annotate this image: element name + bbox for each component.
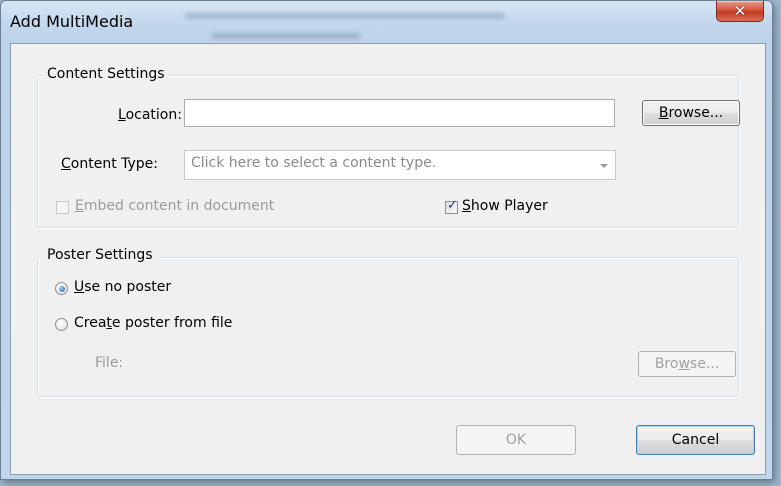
- title-bar[interactable]: Add MultiMedia ✕: [1, 1, 772, 45]
- radio-dot-icon: [58, 285, 65, 292]
- ok-button[interactable]: OK: [456, 425, 576, 455]
- dialog-body: Content Settings Location: Browse... Con…: [10, 43, 766, 475]
- poster-settings-legend: Poster Settings: [44, 247, 156, 263]
- embed-content-label: Embed content in document: [75, 198, 275, 214]
- show-player-label: Show Player: [462, 198, 548, 214]
- window-title: Add MultiMedia: [10, 12, 134, 31]
- cancel-button-label: Cancel: [671, 432, 720, 448]
- embed-content-checkbox[interactable]: [56, 201, 69, 214]
- create-poster-label: Create poster from file: [74, 315, 233, 331]
- chevron-down-icon: [600, 164, 608, 168]
- content-type-label: Content Type:: [61, 156, 159, 172]
- content-settings-legend: Content Settings: [44, 66, 168, 82]
- use-no-poster-radio[interactable]: [55, 282, 68, 295]
- location-input[interactable]: [184, 99, 615, 127]
- browse-button-label: Browse...: [658, 105, 724, 121]
- cancel-button[interactable]: Cancel: [636, 425, 755, 455]
- dialog-window: Add MultiMedia ✕ Content Settings Locati…: [0, 0, 773, 480]
- checkmark-icon: ✓: [447, 198, 458, 213]
- use-no-poster-label: Use no poster: [74, 279, 172, 295]
- browse-button[interactable]: Browse...: [642, 100, 740, 126]
- location-label: Location:: [118, 107, 182, 123]
- poster-browse-button[interactable]: Browse...: [638, 351, 736, 377]
- poster-browse-button-label: Browse...: [654, 356, 720, 372]
- content-type-select[interactable]: Click here to select a content type.: [184, 150, 616, 180]
- close-icon: ✕: [733, 1, 747, 20]
- close-button[interactable]: ✕: [716, 1, 764, 22]
- create-poster-radio[interactable]: [55, 318, 68, 331]
- show-player-checkbox[interactable]: ✓: [445, 198, 458, 214]
- ok-button-label: OK: [505, 432, 527, 448]
- content-type-placeholder: Click here to select a content type.: [191, 155, 437, 171]
- file-label: File:: [95, 355, 124, 371]
